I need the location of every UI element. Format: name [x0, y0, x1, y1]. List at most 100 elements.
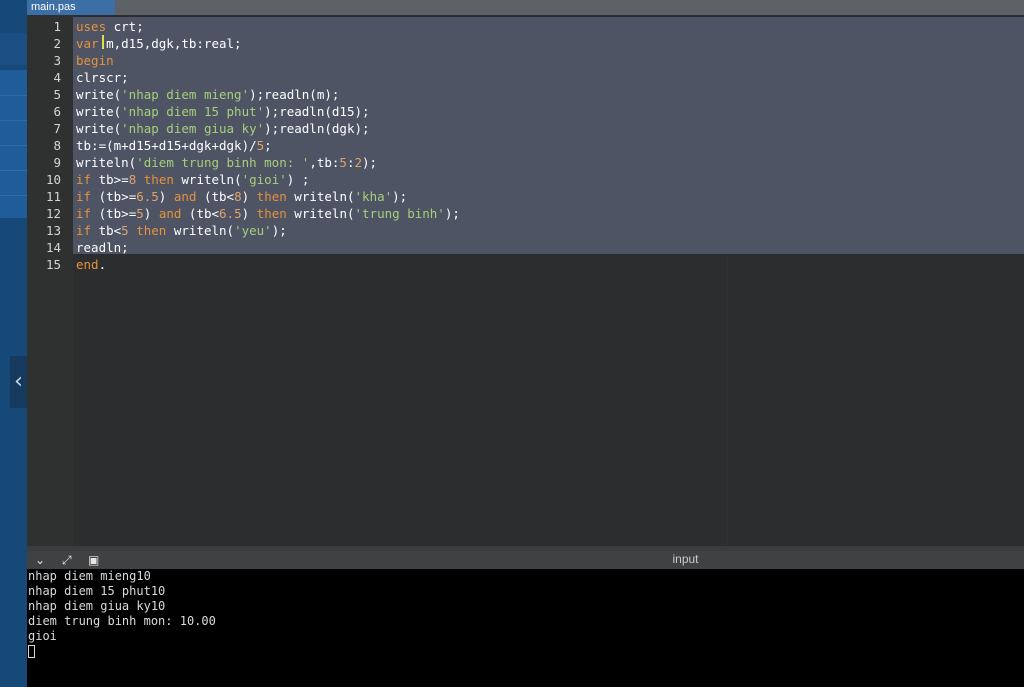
line-number: 6 — [53, 104, 61, 119]
code-token: 6.5 — [136, 189, 159, 204]
console-line: nhap diem 15 phut10 — [28, 584, 166, 598]
code-editor[interactable]: 1 uses crt; 2 var m,d15,dgk,tb:real; 3 begin 4… — [27, 15, 1024, 546]
code-token: writeln( — [286, 189, 355, 204]
code-text: if tb<5 then writeln('yeu'); — [76, 222, 287, 239]
code-token: 5 — [136, 206, 144, 221]
console-caret — [28, 645, 35, 658]
code-token: );readln(dgk); — [264, 121, 370, 136]
code-token: write( — [76, 87, 122, 102]
code-line[interactable]: 2 var m,d15,dgk,tb:real; — [27, 35, 1024, 52]
code-line[interactable]: 12 if (tb>=5) and (tb<6.5) then writeln('… — [27, 205, 1024, 222]
line-number: 11 — [45, 189, 61, 204]
code-token: clrscr; — [76, 70, 129, 85]
line-number: 8 — [53, 138, 61, 153]
console-line: nhap diem giua ky10 — [28, 599, 166, 613]
sidebar-band — [0, 33, 27, 65]
line-number: 5 — [53, 87, 61, 102]
line-number: 4 — [53, 70, 61, 85]
line-number: 10 — [45, 172, 61, 187]
code-line[interactable]: 15 end. — [27, 256, 1024, 273]
code-token: writeln( — [286, 206, 355, 221]
code-line[interactable]: 6 write('nhap diem 15 phut');readln(d15); — [27, 103, 1024, 120]
code-line[interactable]: 3 begin — [27, 52, 1024, 69]
code-line[interactable]: 10 if tb>=8 then writeln('gioi') ; — [27, 171, 1024, 188]
code-token: m,d15,dgk,tb:real; — [98, 36, 242, 51]
code-text: write('nhap diem mieng');readln(m); — [76, 86, 339, 103]
code-token: if — [76, 189, 92, 204]
chevron-left-icon: ‹ — [14, 369, 23, 394]
code-line[interactable]: 5 write('nhap diem mieng');readln(m); — [27, 86, 1024, 103]
code-line[interactable]: 9 writeln('diem trung binh mon: ',tb:5:2)… — [27, 154, 1024, 171]
code-text: write('nhap diem giua ky');readln(dgk); — [76, 120, 370, 137]
code-token: ); — [362, 155, 378, 170]
code-token: );readln(d15); — [264, 104, 370, 119]
code-token: (tb>= — [91, 206, 137, 221]
code-line[interactable]: 13 if tb<5 then writeln('yeu'); — [27, 222, 1024, 239]
line-number: 3 — [53, 53, 61, 68]
code-token: 2 — [354, 155, 363, 170]
code-text: begin — [76, 52, 114, 69]
sidebar-divider — [0, 170, 27, 171]
code-token: ); — [392, 189, 408, 204]
code-token: write( — [76, 104, 122, 119]
code-token: 'nhap diem 15 phut' — [121, 104, 265, 119]
code-text: write('nhap diem 15 phut');readln(d15); — [76, 103, 370, 120]
code-line[interactable]: 11 if (tb>=6.5) and (tb<8) then writeln('… — [27, 188, 1024, 205]
code-token: tb:=(m+d15+d15+dgk+dgk)/ — [76, 138, 257, 153]
code-token: ,tb: — [309, 155, 340, 170]
line-number: 13 — [45, 223, 61, 238]
code-token: ); — [444, 206, 460, 221]
code-line[interactable]: 1 uses crt; — [27, 18, 1024, 35]
code-token: crt; — [106, 19, 144, 34]
code-token: 'gioi' — [241, 172, 287, 187]
code-token: if — [76, 206, 92, 221]
code-token: 'yeu' — [234, 223, 272, 238]
code-token: ) — [241, 206, 257, 221]
code-text: end. — [76, 256, 106, 273]
input-panel-title: input — [672, 552, 699, 566]
line-number: 7 — [53, 121, 61, 136]
console-output[interactable]: nhap diem mieng10 nhap diem 15 phut10 nhap… — [27, 569, 1024, 687]
code-token: var — [76, 36, 99, 51]
code-token: (tb< — [181, 206, 220, 221]
code-line[interactable]: 7 write('nhap diem giua ky');readln(dgk); — [27, 120, 1024, 137]
input-panel-header: ⌄ ⤢ ▣ input — [27, 551, 1024, 569]
collapse-sidebar-button[interactable]: ‹ — [10, 356, 27, 408]
tab-main-pas[interactable]: main.pas — [27, 0, 115, 15]
code-line[interactable]: 4 clrscr; — [27, 69, 1024, 86]
code-token: 'trung binh' — [354, 206, 445, 221]
code-token: if — [76, 172, 92, 187]
code-token: 'kha' — [354, 189, 393, 204]
code-token: readln; — [76, 240, 129, 255]
code-text: readln; — [76, 239, 129, 256]
line-number: 14 — [45, 240, 61, 255]
text-cursor — [102, 35, 104, 49]
code-token: then — [136, 223, 167, 238]
code-text: writeln('diem trung binh mon: ',tb:5:2); — [76, 154, 377, 171]
code-line[interactable]: 14 readln; — [27, 239, 1024, 256]
code-token: then — [143, 172, 174, 187]
console-line: nhap diem mieng10 — [28, 569, 151, 583]
code-line[interactable]: 8 tb:=(m+d15+d15+dgk+dgk)/5; — [27, 137, 1024, 154]
code-text: var m,d15,dgk,tb:real; — [76, 35, 242, 52]
code-token: begin — [76, 53, 114, 68]
code-token: 'nhap diem giua ky' — [121, 121, 265, 136]
code-token: uses — [76, 19, 107, 34]
code-token: ) — [241, 189, 257, 204]
code-token: ; — [264, 138, 272, 153]
code-token: 8 — [234, 189, 242, 204]
code-token: if — [76, 223, 92, 238]
code-token: and — [173, 189, 197, 204]
code-text: if tb>=8 then writeln('gioi') ; — [76, 171, 309, 188]
line-number: 9 — [53, 155, 61, 170]
code-text: tb:=(m+d15+d15+dgk+dgk)/5; — [76, 137, 272, 154]
code-text: clrscr; — [76, 69, 129, 86]
code-text: uses crt; — [76, 18, 144, 35]
code-token: ) — [158, 189, 174, 204]
code-token: ); — [271, 223, 287, 238]
line-number: 2 — [53, 36, 61, 51]
code-token: );readln(m); — [249, 87, 340, 102]
editor-column-guide — [727, 255, 728, 545]
console-line: gioi — [28, 629, 57, 643]
code-token: (tb>= — [91, 189, 137, 204]
